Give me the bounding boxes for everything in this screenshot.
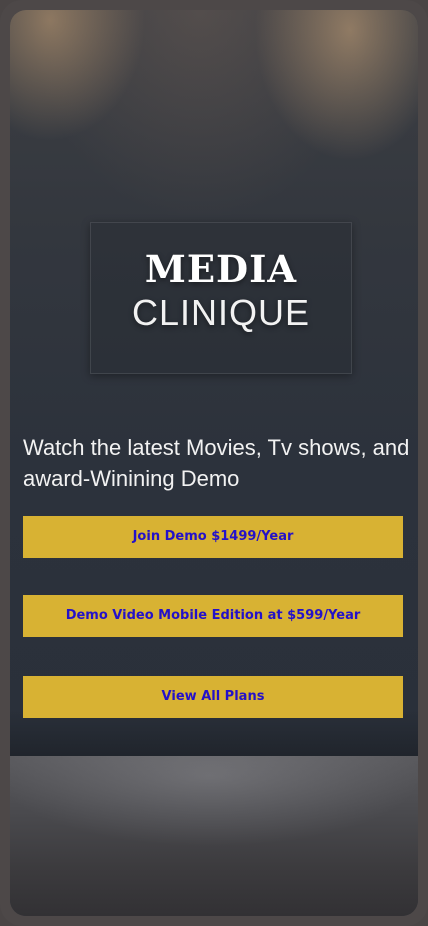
view-all-plans-button[interactable]: View All Plans bbox=[23, 676, 403, 718]
hero-tagline: Watch the latest Movies, Tv shows, and a… bbox=[23, 435, 410, 491]
logo-title-bottom: CLINIQUE bbox=[131, 292, 311, 333]
app-screen: MEDIA CLINIQUE Watch the latest Movies, … bbox=[10, 10, 418, 916]
logo-title-top: MEDIA bbox=[144, 247, 298, 291]
background-floor bbox=[10, 756, 418, 916]
join-demo-button[interactable]: Join Demo $1499/Year bbox=[23, 516, 403, 558]
brand-logo: MEDIA CLINIQUE bbox=[90, 222, 352, 374]
mobile-edition-button[interactable]: Demo Video Mobile Edition at $599/Year bbox=[23, 595, 403, 637]
device-frame: MEDIA CLINIQUE Watch the latest Movies, … bbox=[0, 0, 428, 926]
background-wall bbox=[10, 10, 418, 758]
